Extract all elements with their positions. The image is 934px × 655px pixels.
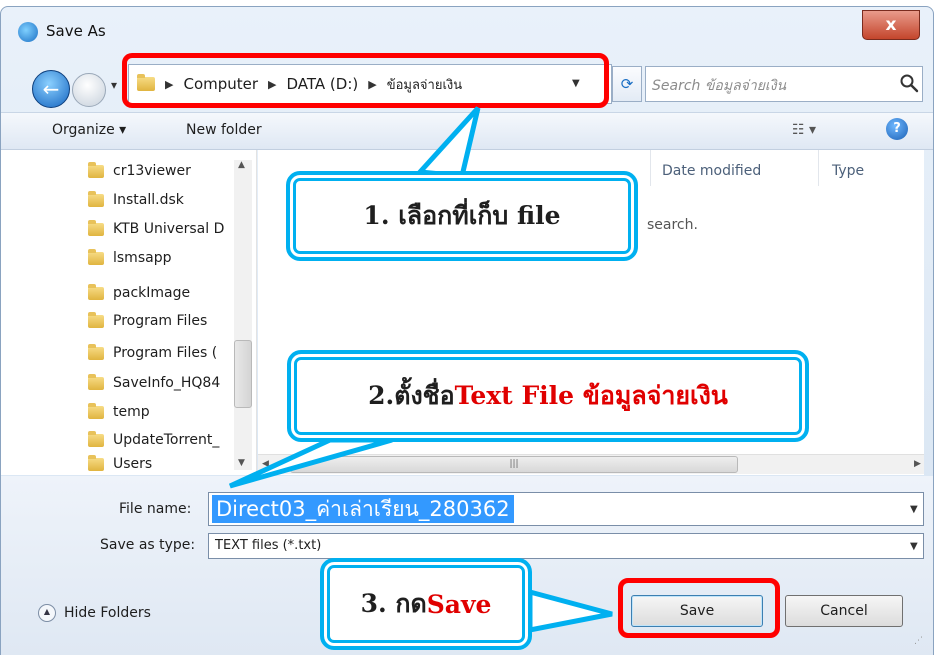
callout-step-1: 1. เลือกที่เก็บ file: [286, 171, 638, 261]
nav-item-label: Program Files: [113, 313, 208, 329]
file-name-value[interactable]: Direct03_ค่าเล่าเรียน_280362: [212, 495, 514, 523]
callout-step-1-text: 1. เลือกที่เก็บ file: [363, 201, 561, 230]
folder-icon: [88, 283, 104, 300]
folder-icon: [88, 190, 104, 207]
nav-item-label: Install.dsk: [113, 192, 184, 208]
save-type-select[interactable]: TEXT files (*.txt): [208, 533, 924, 559]
nav-item-label: packImage: [113, 285, 191, 301]
folder-icon: [88, 219, 104, 236]
callout-step-2-prefix: 2.ตั้งชื่อ: [368, 381, 455, 410]
column-divider[interactable]: [650, 150, 651, 186]
callout-step-3-prefix: 3. กด: [360, 589, 427, 618]
nav-item-label: Users: [113, 456, 153, 472]
callout-step-3-highlight: Save: [426, 589, 492, 619]
search-icon[interactable]: [898, 72, 920, 94]
nav-item[interactable]: Program Files: [88, 307, 207, 335]
nav-item-label: UpdateTorrent_: [113, 432, 220, 448]
recent-pages-dropdown-icon[interactable]: ▾: [111, 78, 117, 92]
save-highlight-box: [618, 578, 780, 638]
forward-button[interactable]: [72, 73, 106, 107]
address-highlight-box: [122, 53, 609, 108]
folder-icon: [88, 402, 104, 419]
folder-icon: [88, 454, 104, 471]
callout-step-3: 3. กด Save: [320, 558, 532, 650]
save-type-label: Save as type:: [100, 537, 196, 553]
empty-folder-message: search.: [647, 217, 698, 233]
nav-item[interactable]: Program Files (: [88, 339, 232, 367]
search-placeholder: Search ข้อมูลจ่ายเงิน: [652, 78, 787, 94]
nav-scroll-thumb[interactable]: [234, 340, 252, 408]
close-button[interactable]: x: [862, 10, 920, 40]
nav-item[interactable]: Install.dsk: [88, 186, 184, 214]
organize-menu[interactable]: Organize ▾: [52, 122, 126, 138]
new-folder-button[interactable]: New folder: [186, 122, 262, 138]
nav-item[interactable]: KTB Universal D: [88, 215, 232, 243]
column-header-type[interactable]: Type: [832, 163, 864, 179]
folder-icon: [88, 430, 104, 447]
nav-item-label: Program Files (: [113, 345, 218, 361]
column-divider[interactable]: [818, 150, 819, 186]
save-type-dropdown-icon[interactable]: ▼: [910, 541, 918, 552]
folder-icon: [88, 373, 104, 390]
folder-icon: [88, 161, 104, 178]
nav-item[interactable]: lsmsapp: [88, 244, 171, 272]
nav-scrollbar[interactable]: [234, 160, 252, 470]
file-name-label: File name:: [119, 501, 192, 517]
window-title: Save As: [46, 22, 106, 40]
hide-folders-label: Hide Folders: [64, 605, 151, 621]
help-icon[interactable]: ?: [886, 118, 908, 140]
scroll-up-icon[interactable]: ▲: [238, 160, 245, 170]
nav-item[interactable]: Users: [88, 454, 152, 474]
horizontal-scroll-thumb[interactable]: |||: [290, 456, 738, 473]
callout-step-2: 2.ตั้งชื่อ Text File ข้อมูลจ่ายเงิน: [287, 350, 809, 442]
nav-item[interactable]: SaveInfo_HQ84: [88, 369, 232, 397]
nav-item-label: SaveInfo_HQ84: [113, 375, 221, 391]
scroll-down-icon[interactable]: ▼: [238, 458, 245, 468]
nav-item-label: temp: [113, 404, 150, 420]
nav-item[interactable]: UpdateTorrent_: [88, 426, 232, 454]
arrow-left-icon: ←: [42, 77, 60, 101]
hide-folders-button[interactable]: ▲ Hide Folders: [38, 604, 151, 622]
nav-item-label: lsmsapp: [113, 250, 172, 266]
view-options-icon[interactable]: ☷ ▾: [792, 122, 816, 138]
scroll-right-icon[interactable]: ▶: [914, 459, 921, 469]
nav-item[interactable]: temp: [88, 398, 150, 426]
column-header-date-modified[interactable]: Date modified: [662, 163, 761, 179]
resize-grip-icon[interactable]: ⋰: [914, 636, 923, 646]
cancel-button[interactable]: Cancel: [785, 595, 903, 627]
app-icon: [18, 22, 38, 42]
nav-item[interactable]: packImage: [88, 279, 190, 307]
refresh-icon: ⟳: [620, 75, 634, 93]
nav-item[interactable]: cr13viewer: [88, 157, 191, 185]
chevron-up-icon: ▲: [38, 604, 56, 622]
scroll-left-icon[interactable]: ◀: [262, 459, 269, 469]
refresh-button[interactable]: ⟳: [612, 66, 642, 102]
nav-item-label: cr13viewer: [113, 163, 191, 179]
callout-step-2-highlight: Text File ข้อมูลจ่ายเงิน: [454, 381, 728, 410]
folder-icon: [88, 343, 104, 360]
back-button[interactable]: ←: [32, 70, 70, 108]
nav-item-label: KTB Universal D: [113, 221, 225, 237]
folder-icon: [88, 248, 104, 265]
folder-icon: [88, 311, 104, 328]
file-name-dropdown-icon[interactable]: ▼: [910, 504, 918, 515]
